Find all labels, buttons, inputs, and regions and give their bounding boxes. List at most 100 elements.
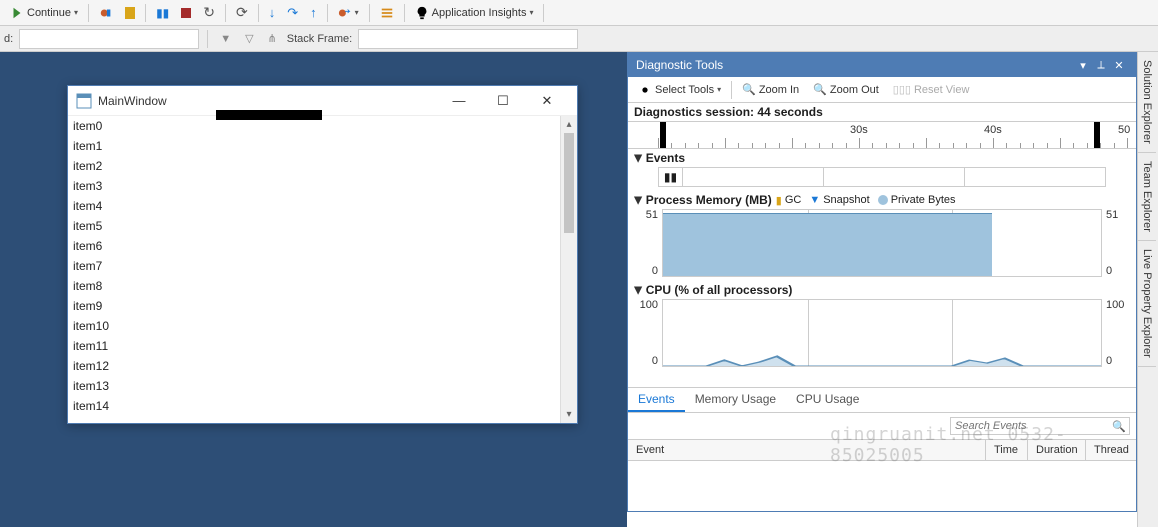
list-item[interactable]: item7 bbox=[73, 256, 554, 276]
step-into-icon: ↓ bbox=[269, 5, 276, 20]
pin-button[interactable]: ⟂ bbox=[1092, 59, 1110, 72]
close-button[interactable]: ✕ bbox=[525, 87, 569, 115]
chevron-down-icon: ▾ bbox=[74, 8, 78, 17]
debug-location-bar: d: ▼ ▽ ⋔ Stack Frame: bbox=[0, 26, 1158, 52]
gc-marker-icon: ▮ bbox=[776, 194, 782, 207]
zoom-out-icon: 🔍 bbox=[813, 83, 827, 96]
refresh-button[interactable]: ⟳ bbox=[232, 2, 252, 23]
col-time[interactable]: Time bbox=[986, 440, 1028, 460]
zoom-out-button[interactable]: 🔍 Zoom Out bbox=[807, 81, 885, 98]
list-item[interactable]: item14 bbox=[73, 396, 554, 416]
stack-frame-input[interactable] bbox=[358, 29, 578, 49]
separator bbox=[258, 4, 259, 22]
diag-title: Diagnostic Tools bbox=[636, 58, 1074, 72]
main-window: MainWindow — ☐ ✕ item0item1item2item3ite… bbox=[67, 85, 578, 424]
list-item[interactable]: item2 bbox=[73, 156, 554, 176]
breakpoint-icon-button[interactable] bbox=[95, 4, 117, 22]
filter-button-2[interactable]: ▽ bbox=[241, 30, 257, 47]
app-insights-icon bbox=[415, 6, 429, 20]
step-marker-icon bbox=[125, 7, 135, 19]
col-event[interactable]: Event bbox=[628, 440, 986, 460]
tab-cpu-usage[interactable]: CPU Usage bbox=[786, 388, 869, 412]
pause-button[interactable]: ▮▮ bbox=[152, 4, 173, 22]
step-out-button[interactable]: ↑ bbox=[306, 3, 321, 22]
maximize-icon: ☐ bbox=[497, 93, 509, 109]
y-bottom: 0 bbox=[1106, 355, 1112, 367]
window-title: MainWindow bbox=[98, 94, 437, 108]
maximize-button[interactable]: ☐ bbox=[481, 87, 525, 115]
memory-chart[interactable]: 510 510 bbox=[634, 209, 1130, 277]
continue-button[interactable]: Continue ▾ bbox=[6, 4, 82, 22]
listbox[interactable]: item0item1item2item3item4item5item6item7… bbox=[68, 116, 559, 423]
reset-view-label: Reset View bbox=[914, 84, 969, 96]
list-item[interactable]: item4 bbox=[73, 196, 554, 216]
timeline-end-marker[interactable] bbox=[1094, 122, 1100, 148]
app-icon bbox=[76, 93, 92, 109]
events-pause-button[interactable]: ▮▮ bbox=[659, 168, 683, 186]
scroll-down-button[interactable]: ▾ bbox=[561, 406, 577, 423]
events-header[interactable]: ▶ Events bbox=[628, 149, 1136, 167]
reset-view-button[interactable]: ▯▯▯ Reset View bbox=[887, 81, 976, 98]
window-menu-button[interactable]: ▾ bbox=[1074, 59, 1092, 72]
list-item[interactable]: item11 bbox=[73, 336, 554, 356]
close-button[interactable]: ✕ bbox=[1110, 59, 1128, 72]
search-events-input[interactable] bbox=[950, 417, 1130, 435]
zoom-in-button[interactable]: 🔍 Zoom In bbox=[736, 81, 805, 98]
step-over-button[interactable]: ↷ bbox=[283, 3, 302, 23]
y-axis-left: 1000 bbox=[634, 299, 660, 367]
list-item[interactable]: item10 bbox=[73, 316, 554, 336]
cpu-header[interactable]: ▶ CPU (% of all processors) bbox=[628, 281, 1136, 299]
minimize-button[interactable]: — bbox=[437, 87, 481, 115]
separator bbox=[543, 4, 544, 22]
scroll-thumb[interactable] bbox=[564, 133, 574, 233]
stop-icon bbox=[181, 8, 191, 18]
step-into-button[interactable]: ↓ bbox=[265, 3, 280, 22]
col-thread[interactable]: Thread bbox=[1086, 440, 1136, 460]
select-tools-button[interactable]: Select Tools ▾ bbox=[632, 81, 727, 99]
step-marker-button[interactable] bbox=[121, 5, 139, 21]
memory-header[interactable]: ▶ Process Memory (MB) ▮GC ▼Snapshot Priv… bbox=[628, 191, 1136, 209]
breakpoints-toggle-button[interactable]: ▾ bbox=[334, 4, 363, 22]
scrollbar[interactable]: ▴ ▾ bbox=[560, 116, 577, 423]
list-item[interactable]: item3 bbox=[73, 176, 554, 196]
side-tab-solution-explorer[interactable]: Solution Explorer bbox=[1138, 52, 1156, 153]
tab-events[interactable]: Events bbox=[628, 388, 685, 412]
cpu-chart[interactable]: 1000 1000 bbox=[634, 299, 1130, 367]
diagnostic-tools-panel: Diagnostic Tools ▾ ⟂ ✕ Select Tools ▾ 🔍 … bbox=[627, 52, 1137, 512]
zoom-in-label: Zoom In bbox=[759, 84, 799, 96]
list-item[interactable]: item1 bbox=[73, 136, 554, 156]
filter-button-1[interactable]: ▼ bbox=[216, 31, 235, 47]
zoom-out-label: Zoom Out bbox=[830, 84, 879, 96]
threads-icon-button[interactable]: ⋔ bbox=[264, 30, 281, 47]
list-item[interactable]: item6 bbox=[73, 236, 554, 256]
y-bottom: 0 bbox=[652, 265, 658, 277]
list-item[interactable]: item12 bbox=[73, 356, 554, 376]
list-item[interactable]: item9 bbox=[73, 296, 554, 316]
stop-button[interactable] bbox=[177, 6, 195, 20]
close-icon: ✕ bbox=[542, 93, 553, 109]
tick-label: 30s bbox=[850, 124, 868, 136]
thread-list-button[interactable] bbox=[376, 4, 398, 22]
chart-area bbox=[662, 299, 1102, 367]
side-tab-team-explorer[interactable]: Team Explorer bbox=[1138, 153, 1156, 241]
y-top: 51 bbox=[1106, 209, 1118, 221]
list-item[interactable]: item13 bbox=[73, 376, 554, 396]
window-body: item0item1item2item3item4item5item6item7… bbox=[68, 116, 577, 423]
list-item[interactable]: item0 bbox=[73, 116, 554, 136]
process-input[interactable] bbox=[19, 29, 199, 49]
window-titlebar: MainWindow — ☐ ✕ bbox=[68, 86, 577, 116]
app-insights-button[interactable]: Application Insights ▾ bbox=[411, 4, 538, 22]
separator bbox=[404, 4, 405, 22]
restart-button[interactable]: ↻ bbox=[199, 2, 219, 23]
col-duration[interactable]: Duration bbox=[1028, 440, 1086, 460]
tick-label: 50 bbox=[1118, 124, 1130, 136]
list-item[interactable]: item8 bbox=[73, 276, 554, 296]
breakpoint-icon bbox=[99, 6, 113, 20]
side-tab-live-property-explorer[interactable]: Live Property Explorer bbox=[1138, 241, 1156, 367]
tab-memory-usage[interactable]: Memory Usage bbox=[685, 388, 786, 412]
y-bottom: 0 bbox=[1106, 265, 1112, 277]
list-item[interactable]: item5 bbox=[73, 216, 554, 236]
timeline-ruler[interactable]: 30s 40s 50 bbox=[628, 121, 1136, 149]
filter-icon: ▽ bbox=[245, 32, 253, 45]
scroll-up-button[interactable]: ▴ bbox=[561, 116, 577, 133]
